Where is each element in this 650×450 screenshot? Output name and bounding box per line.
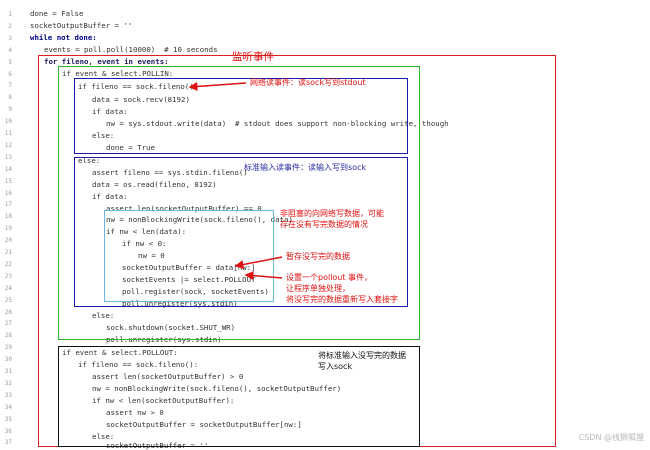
line-number: 30: [4, 356, 12, 364]
pollout-box: [58, 346, 420, 447]
line-number-gutter: 1 2 3 4 5 6 7 8 9 10 11 12 13 14 15 16 17 18 19 20 21 22 23 24 2…: [0, 0, 14, 447]
line-number: 1: [8, 11, 12, 18]
nonblocking-write-box: [104, 210, 274, 302]
line-number: 16: [4, 189, 12, 197]
line-number: 31: [4, 368, 12, 375]
line-number: 4: [8, 46, 12, 54]
line-number: 12: [4, 141, 12, 149]
annotation-net-read: 网络读事件：读sock写到stdout: [250, 78, 366, 87]
code-line-4: events = poll.poll(10000) # 10 seconds: [44, 45, 218, 54]
line-number: 22: [4, 260, 12, 268]
csdn-watermark: CSDN @栈狮狐狸: [578, 433, 644, 442]
line-number: 36: [4, 427, 12, 435]
line-number: 13: [4, 153, 12, 161]
annotation-nonblocking-line2: 存在没有写完数据的情况: [280, 220, 368, 229]
line-number: 35: [4, 415, 12, 423]
line-number: 33: [4, 391, 12, 399]
line-number: 25: [4, 296, 12, 304]
line-number: 17: [4, 201, 12, 209]
line-number: 5: [8, 58, 12, 66]
line-number: 27: [4, 320, 12, 328]
line-number: 32: [4, 379, 12, 387]
line-number: 23: [4, 272, 12, 280]
code-line-1: done = False: [30, 9, 84, 18]
annotation-stash: 暂存没写完的数据: [286, 252, 350, 261]
line-number: 28: [4, 332, 12, 340]
line-number: 10: [4, 118, 12, 126]
line-number: 26: [4, 308, 12, 316]
annotation-pollout-line3: 将没写完的数据重新写入套接字: [286, 295, 398, 304]
socket-read-box: [74, 78, 408, 154]
line-number: 37: [4, 439, 12, 447]
line-number: 21: [4, 249, 12, 256]
line-number: 7: [8, 82, 12, 90]
code-line-3: while not done:: [30, 33, 97, 42]
line-number: 29: [4, 344, 12, 352]
annotation-stdin-read: 标准输入读事件：读输入写到sock: [244, 163, 367, 172]
annotation-pollout-line2: 让程序单独处理，: [286, 284, 350, 293]
line-number: 19: [4, 225, 12, 233]
line-number: 24: [4, 284, 12, 292]
annotation-stdin-rest-line1: 将标准输入没写完的数据: [318, 351, 406, 360]
line-number: 2: [8, 22, 12, 30]
annotation-stdin-rest-line2: 写入sock: [318, 362, 353, 371]
code-line-2: socketOutputBuffer = '': [30, 21, 133, 30]
line-number: 20: [4, 237, 12, 245]
annotation-nonblocking-line1: 非阻塞的向网络写数据，可能: [280, 209, 384, 218]
line-number: 14: [4, 165, 12, 173]
line-number: 18: [4, 213, 12, 221]
annotation-listen-events: 监听事件: [232, 51, 274, 63]
line-number: 8: [8, 94, 12, 102]
line-number: 11: [4, 130, 12, 137]
line-number: 15: [4, 177, 12, 185]
line-number: 6: [8, 70, 12, 78]
line-number: 34: [4, 403, 12, 411]
annotation-pollout-line1: 设置一个pollout 事件，: [286, 273, 373, 282]
line-number: 9: [8, 106, 12, 114]
line-number: 3: [8, 34, 12, 42]
